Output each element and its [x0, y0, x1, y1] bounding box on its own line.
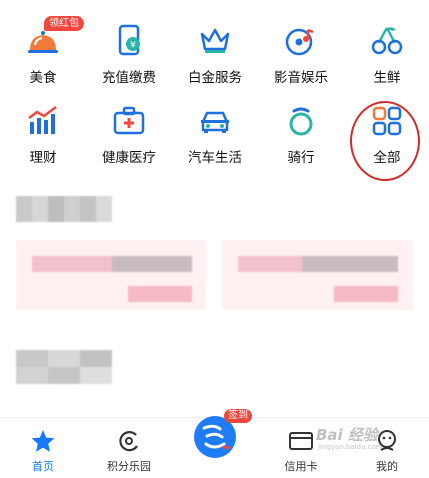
service-bike[interactable]: 骑行 [258, 104, 344, 174]
service-label: 生鲜 [373, 70, 401, 86]
tab-sign-in[interactable]: 签到 [172, 409, 258, 478]
credit-card-icon [289, 432, 313, 450]
medical-kit-icon [113, 106, 145, 135]
service-health[interactable]: 健康医疗 [86, 104, 172, 174]
service-label: 白金服务 [188, 70, 242, 86]
blurred-card-left [16, 240, 206, 310]
blurred-card-right [222, 240, 413, 310]
tab-label: 我的 [376, 460, 398, 473]
chart-icon [28, 106, 57, 134]
tab-label: 积分乐园 [107, 460, 151, 473]
service-label: 骑行 [287, 150, 315, 166]
service-label: 理财 [29, 150, 57, 166]
watermark-url: jingyan.baidu.com [318, 443, 383, 451]
sign-in-badge: 签到 [224, 409, 252, 423]
service-label: 美食 [29, 70, 57, 86]
crown-icon [200, 28, 230, 53]
service-label: 健康医疗 [102, 150, 156, 166]
tab-points[interactable]: 积分乐园 [86, 418, 172, 478]
service-food[interactable]: 领红包 美食 [0, 16, 86, 94]
highlight-circle [350, 101, 420, 181]
music-disc-icon [285, 28, 314, 56]
food-badge: 领红包 [44, 16, 84, 31]
bike-icon [289, 107, 313, 136]
points-icon [119, 431, 138, 452]
star-icon [31, 430, 55, 452]
tab-label: 信用卡 [284, 460, 318, 473]
watermark: Bai 经验 [316, 426, 378, 444]
service-platinum[interactable]: 白金服务 [172, 24, 258, 94]
cherries-icon [371, 27, 403, 55]
tab-label: 首页 [32, 460, 54, 473]
service-label: 影音娱乐 [274, 70, 328, 86]
svg-text:¥: ¥ [130, 41, 136, 51]
service-label: 充值缴费 [102, 70, 156, 86]
service-recharge[interactable]: ¥ 充值缴费 [86, 24, 172, 94]
service-finance[interactable]: 理财 [0, 104, 86, 174]
service-fresh[interactable]: 生鲜 [344, 24, 429, 94]
blurred-block [16, 350, 112, 384]
service-media[interactable]: 影音娱乐 [258, 24, 344, 94]
service-car[interactable]: 汽车生活 [172, 104, 258, 174]
tab-home[interactable]: 首页 [0, 418, 86, 478]
car-icon [201, 111, 229, 133]
service-label: 汽车生活 [188, 150, 242, 166]
phone-recharge-icon: ¥ [118, 24, 140, 56]
blurred-heading [16, 196, 112, 222]
